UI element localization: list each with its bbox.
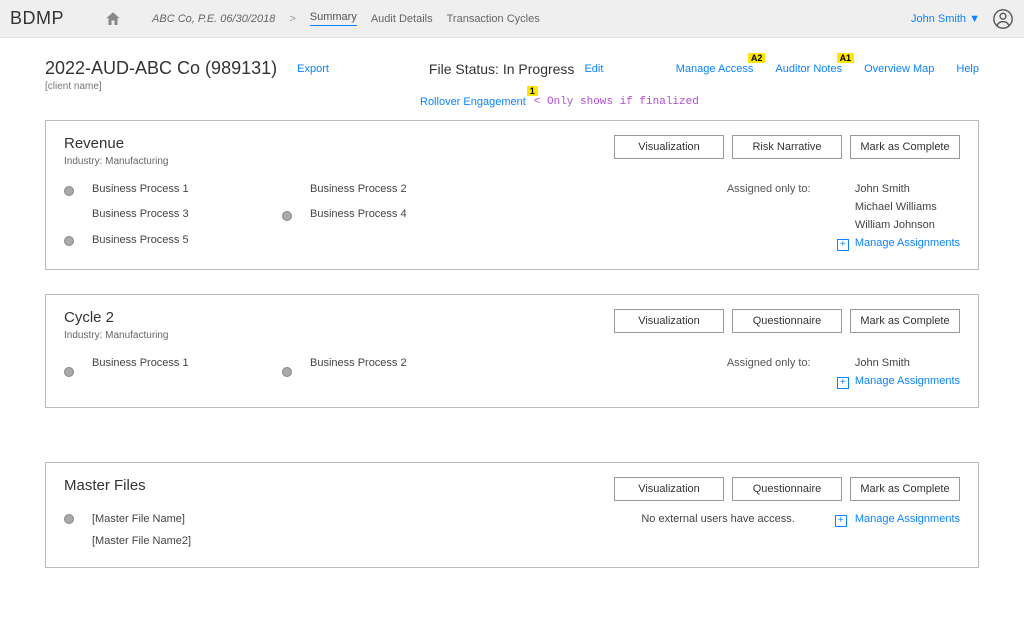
business-process-link[interactable]: Business Process 1 — [92, 183, 272, 198]
brand-logo: BDMP — [10, 8, 64, 29]
no-access-text: No external users have access. — [641, 513, 794, 525]
business-process-link[interactable]: Business Process 2 — [310, 183, 490, 198]
business-process-grid: Business Process 1 Business Process 2 — [64, 357, 490, 387]
breadcrumb: ABC Co, P.E. 06/30/2018 > Summary Audit … — [152, 11, 540, 26]
cycle-card-revenue: Revenue Industry: Manufacturing Visualiz… — [45, 120, 979, 270]
business-process-link[interactable]: Business Process 4 — [310, 208, 490, 223]
master-files-title: Master Files — [64, 477, 146, 494]
business-process-link[interactable]: Business Process 3 — [92, 208, 272, 223]
rollover-note: < Only shows if finalized — [534, 96, 699, 108]
manage-access-badge: A2 — [748, 53, 766, 63]
topbar: BDMP ABC Co, P.E. 06/30/2018 > Summary A… — [0, 0, 1024, 38]
cycle-industry: Industry: Manufacturing — [64, 156, 169, 167]
assignee-name: John Smith — [855, 183, 960, 195]
business-process-link[interactable]: Business Process 1 — [92, 357, 272, 387]
cycle-industry: Industry: Manufacturing — [64, 330, 169, 341]
assignee-name: Michael Williams — [855, 201, 960, 213]
crumb-audit-details[interactable]: Audit Details — [371, 13, 433, 25]
business-process-link[interactable]: Business Process 2 — [310, 357, 490, 387]
plus-icon[interactable]: + — [835, 515, 847, 527]
engagement-header: 2022-AUD-ABC Co (989131) Export File Sta… — [45, 58, 979, 79]
cycle-title: Revenue — [64, 135, 169, 152]
questionnaire-button[interactable]: Questionnaire — [732, 309, 842, 333]
crumb-transaction-cycles[interactable]: Transaction Cycles — [447, 13, 540, 25]
chevron-right-icon: > — [289, 13, 295, 25]
rollover-link[interactable]: Rollover Engagement 1 — [420, 96, 526, 108]
manage-assignments-link[interactable]: Manage Assignments — [855, 375, 960, 387]
user-menu[interactable]: John Smith ▼ — [911, 13, 980, 25]
master-file-link[interactable]: [Master File Name] — [92, 513, 191, 525]
master-files-card: Master Files Visualization Questionnaire… — [45, 462, 979, 568]
mark-complete-button[interactable]: Mark as Complete — [850, 477, 960, 501]
master-file-link[interactable]: [Master File Name2] — [92, 535, 191, 547]
business-process-link[interactable]: Business Process 5 — [92, 234, 272, 249]
status-dot-icon — [64, 186, 74, 196]
file-status: File Status: In Progress — [429, 61, 575, 77]
plus-icon[interactable]: + — [837, 239, 849, 251]
visualization-button[interactable]: Visualization — [614, 477, 724, 501]
client-name-label: [client name] — [45, 81, 979, 92]
status-dot-icon — [64, 236, 74, 246]
status-dot-icon — [282, 367, 292, 377]
business-process-grid: Business Process 1 Business Process 2 Bu… — [64, 183, 490, 249]
rollover-badge: 1 — [527, 86, 538, 96]
status-dot-icon — [282, 211, 292, 221]
edit-status-link[interactable]: Edit — [584, 63, 603, 75]
master-files-grid: [Master File Name] [Master File Name2] — [64, 513, 191, 547]
manage-access-link[interactable]: Manage Access A2 — [676, 63, 754, 75]
visualization-button[interactable]: Visualization — [614, 135, 724, 159]
assignee-name: John Smith — [855, 357, 960, 369]
export-link[interactable]: Export — [297, 63, 329, 75]
cycle-title: Cycle 2 — [64, 309, 169, 326]
plus-icon[interactable]: + — [837, 377, 849, 389]
mark-complete-button[interactable]: Mark as Complete — [850, 135, 960, 159]
home-icon[interactable] — [104, 10, 122, 28]
crumb-context[interactable]: ABC Co, P.E. 06/30/2018 — [152, 13, 275, 25]
help-link[interactable]: Help — [956, 63, 979, 75]
visualization-button[interactable]: Visualization — [614, 309, 724, 333]
rollover-label: Rollover Engagement — [420, 96, 526, 108]
questionnaire-button[interactable]: Questionnaire — [732, 477, 842, 501]
mark-complete-button[interactable]: Mark as Complete — [850, 309, 960, 333]
overview-map-link[interactable]: Overview Map — [864, 63, 934, 75]
risk-narrative-button[interactable]: Risk Narrative — [732, 135, 842, 159]
assigned-label: Assigned only to: — [727, 357, 837, 369]
manage-assignments-link[interactable]: Manage Assignments — [855, 237, 960, 249]
assignee-name: William Johnson — [855, 219, 960, 231]
avatar-icon[interactable] — [992, 8, 1014, 30]
cycle-card-cycle2: Cycle 2 Industry: Manufacturing Visualiz… — [45, 294, 979, 408]
assignment-block: Assigned only to: John Smith + Manage As… — [727, 357, 960, 387]
assigned-label: Assigned only to: — [727, 183, 837, 195]
status-dot-icon — [64, 367, 74, 377]
manage-access-label: Manage Access — [676, 63, 754, 75]
auditor-notes-label: Auditor Notes — [775, 63, 842, 75]
crumb-summary[interactable]: Summary — [310, 11, 357, 26]
engagement-title: 2022-AUD-ABC Co (989131) — [45, 58, 277, 79]
assignment-block: Assigned only to: John Smith Michael Wil… — [727, 183, 960, 249]
auditor-notes-link[interactable]: Auditor Notes A1 — [775, 63, 842, 75]
auditor-notes-badge: A1 — [837, 53, 855, 63]
status-dot-icon — [64, 514, 74, 524]
manage-assignments-link[interactable]: Manage Assignments — [855, 513, 960, 525]
